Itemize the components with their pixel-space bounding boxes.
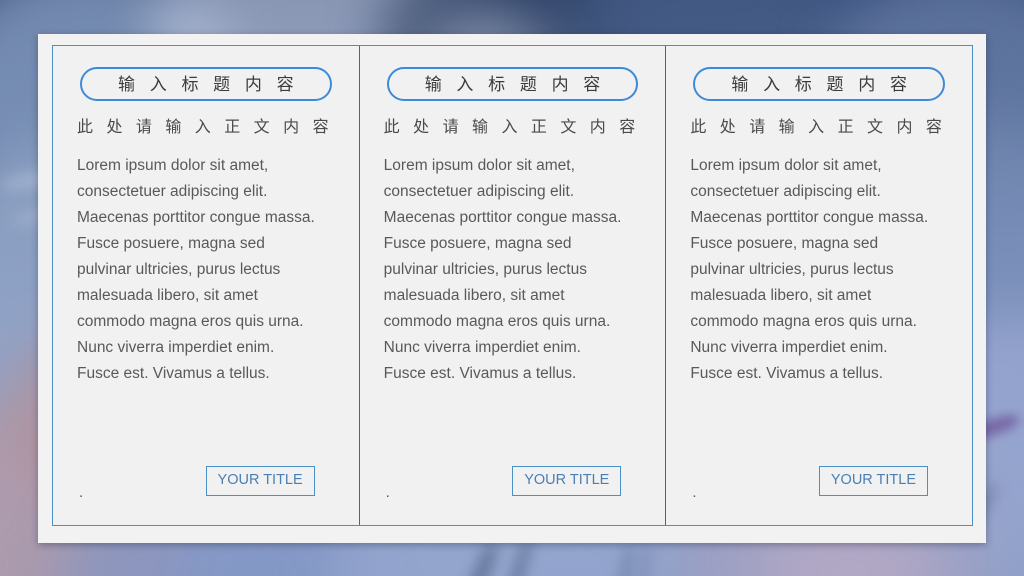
your-title-button-3[interactable]: YOUR TITLE <box>818 466 929 496</box>
column-title-text: 输 入 标 题 内 容 <box>118 74 299 94</box>
column-footer-1: . YOUR TITLE <box>77 466 335 500</box>
column-bullet-marker-3: . <box>692 484 697 501</box>
content-column-1: 输 入 标 题 内 容 此 处 请 输 入 正 文 内 容 Lorem ipsu… <box>53 46 359 525</box>
content-column-2: 输 入 标 题 内 容 此 处 请 输 入 正 文 内 容 Lorem ipsu… <box>358 46 666 525</box>
your-title-button-2[interactable]: YOUR TITLE <box>512 466 622 496</box>
content-column-3: 输 入 标 题 内 容 此 处 请 输 入 正 文 内 容 Lorem ipsu… <box>665 46 972 525</box>
column-subtitle-2: 此 处 请 输 入 正 文 内 容 <box>383 119 640 136</box>
column-subtitle-3: 此 处 请 输 入 正 文 内 容 <box>690 119 947 136</box>
column-title-text: 输 入 标 题 内 容 <box>424 74 606 94</box>
slide-content-frame: 输 入 标 题 内 容 此 处 请 输 入 正 文 内 容 Lorem ipsu… <box>38 34 986 543</box>
column-body-text-1: Lorem ipsum dolor sit amet, consectetuer… <box>77 157 315 382</box>
column-title-pill-1: 输 入 标 题 内 容 <box>80 67 332 101</box>
column-footer-2: . YOUR TITLE <box>384 466 642 500</box>
column-title-pill-3: 输 入 标 题 内 容 <box>693 67 946 101</box>
column-title-pill-2: 输 入 标 题 内 容 <box>386 67 639 101</box>
column-subtitle-1: 此 处 请 输 入 正 文 内 容 <box>77 119 334 136</box>
column-body-text-2: Lorem ipsum dolor sit amet, consectetuer… <box>383 157 622 382</box>
column-title-text: 输 入 标 题 内 容 <box>731 74 912 94</box>
your-title-button-1[interactable]: YOUR TITLE <box>205 466 315 496</box>
column-body-text-3: Lorem ipsum dolor sit amet, consectetuer… <box>690 157 929 382</box>
column-footer-3: . YOUR TITLE <box>690 466 948 500</box>
column-bullet-marker-1: . <box>79 484 84 501</box>
three-column-panel: 输 入 标 题 内 容 此 处 请 输 入 正 文 内 容 Lorem ipsu… <box>52 45 973 526</box>
column-bullet-marker-2: . <box>385 484 390 501</box>
